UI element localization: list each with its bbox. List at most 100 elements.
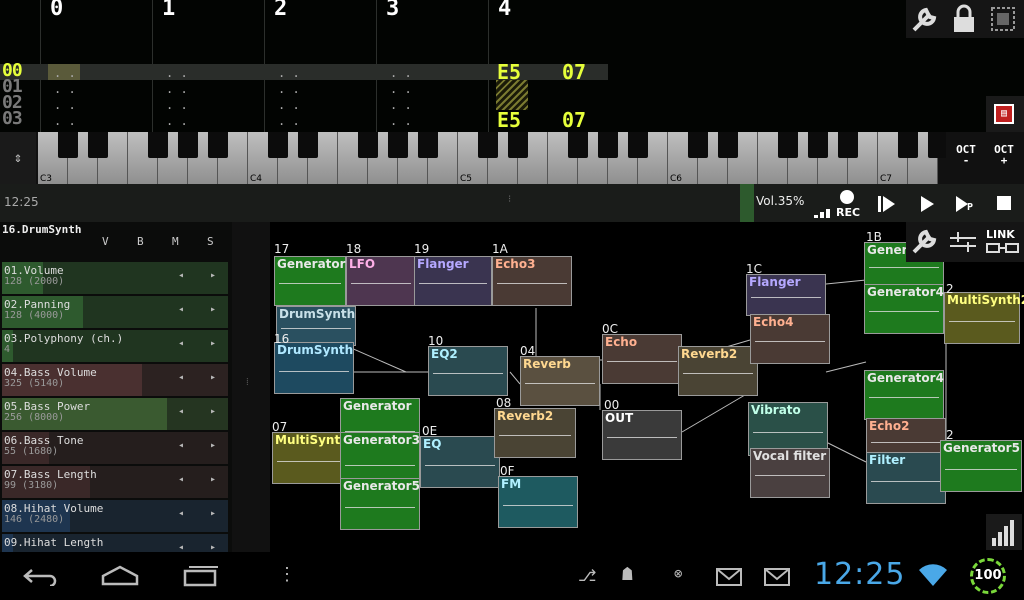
increase-arrow-icon[interactable]: ▸ [210,440,216,451]
module-box[interactable]: LFO [346,256,416,306]
module-box[interactable]: Reverb2 [494,408,576,458]
parameter-row[interactable]: 07.Bass Length 99 (3180) ◂ ▸ [2,466,228,498]
empty-cell[interactable]: . . [390,82,412,96]
increase-arrow-icon[interactable]: ▸ [210,474,216,485]
parameter-row[interactable]: 05.Bass Power 256 (8000) ◂ ▸ [2,398,228,430]
decrease-arrow-icon[interactable]: ◂ [178,474,184,485]
mute-header[interactable]: M [172,235,179,248]
empty-cell[interactable]: . . [390,66,412,80]
module-box[interactable]: Generator5 [940,440,1022,492]
channel-header-2[interactable]: 2 [274,0,287,21]
module-box[interactable]: FM [498,476,578,528]
module-box[interactable]: Reverb2 [678,346,758,396]
channel-header-1[interactable]: 1 [162,0,175,21]
visible-header[interactable]: V [102,235,109,248]
empty-cell[interactable]: . . [166,82,188,96]
bypass-header[interactable]: B [137,235,144,248]
play-from-start-icon[interactable] [876,194,896,214]
black-key[interactable] [358,132,378,158]
black-key[interactable] [568,132,588,158]
parameter-row[interactable]: 03.Polyphony (ch.) 4 ◂ ▸ [2,330,228,362]
home-icon[interactable] [100,564,140,586]
decrease-arrow-icon[interactable]: ◂ [178,406,184,417]
decrease-arrow-icon[interactable]: ◂ [178,440,184,451]
module-box[interactable]: Echo4 [750,314,830,364]
parameter-row[interactable]: 02.Panning 128 (4000) ◂ ▸ [2,296,228,328]
black-key[interactable] [898,132,918,158]
module-box[interactable]: OUT [602,410,682,460]
black-key[interactable] [778,132,798,158]
module-box[interactable]: EQ [420,436,500,488]
parameter-row[interactable]: 08.Hihat Volume 146 (2480) ◂ ▸ [2,500,228,532]
overflow-menu-icon[interactable]: ⋮ [278,564,296,585]
black-key[interactable] [178,132,198,158]
empty-cell[interactable]: . . [390,98,412,112]
piano-keyboard[interactable]: ⇕ C3 C4 C5 C6 C7 OCT - OCT + [0,132,1024,184]
module-box[interactable]: Generator4 [864,370,944,420]
empty-cell[interactable]: . . [166,66,188,80]
module-box[interactable]: EQ2 [428,346,508,396]
module-box[interactable]: Flanger [746,274,826,316]
module-box[interactable]: Generator5 [340,478,420,530]
timeline-handle-icon[interactable]: ⁝ [508,194,511,205]
wrench-icon[interactable] [910,4,942,34]
pattern-tracker[interactable]: 0 1 2 3 4 00 01 02 03 . . . . . . . . . … [0,0,1024,132]
module-box[interactable]: Reverb [520,356,600,406]
module-box[interactable]: Echo [602,334,682,384]
empty-cell[interactable]: . . [278,66,300,80]
black-key[interactable] [88,132,108,158]
black-key[interactable] [418,132,438,158]
black-key[interactable] [688,132,708,158]
keyboard-scroll-icon[interactable]: ⇕ [0,132,36,184]
module-box[interactable]: Generator4 [864,284,944,334]
decrease-arrow-icon[interactable]: ◂ [178,508,184,519]
play-pattern-button[interactable]: P [954,192,978,216]
parameter-row[interactable]: 06.Bass Tone 55 (1680) ◂ ▸ [2,432,228,464]
note-velocity[interactable]: 07 [562,110,586,130]
module-box[interactable]: Echo3 [492,256,572,306]
black-key[interactable] [58,132,78,158]
channel-header-0[interactable]: 0 [50,0,63,21]
module-mixer-icon[interactable] [948,228,978,256]
empty-cell[interactable]: . . [278,98,300,112]
black-key[interactable] [808,132,828,158]
empty-cell[interactable]: . . [54,82,76,96]
solo-header[interactable]: S [207,235,214,248]
record-button[interactable]: REC [836,188,860,220]
decrease-arrow-icon[interactable]: ◂ [178,372,184,383]
channel-header-3[interactable]: 3 [386,0,399,21]
status-clock[interactable]: 12:25 [814,557,905,592]
channel-header-4[interactable]: 4 [498,0,511,21]
increase-arrow-icon[interactable]: ▸ [210,338,216,349]
octave-down-button[interactable]: OCT - [948,144,984,166]
increase-arrow-icon[interactable]: ▸ [210,406,216,417]
empty-cell[interactable]: . . [54,114,76,128]
empty-cell[interactable]: . . [166,98,188,112]
keys-container[interactable] [38,132,948,184]
parameter-row[interactable]: 01.Volume 128 (2000) ◂ ▸ [2,262,228,294]
module-box[interactable]: DrumSynth [274,342,354,394]
increase-arrow-icon[interactable]: ▸ [210,508,216,519]
module-box[interactable]: MultiSynth2 [944,292,1024,344]
empty-cell[interactable]: . . [54,66,76,80]
black-key[interactable] [478,132,498,158]
black-key[interactable] [508,132,528,158]
select-icon[interactable] [990,6,1016,32]
black-key[interactable] [268,132,288,158]
decrease-arrow-icon[interactable]: ◂ [178,304,184,315]
empty-cell[interactable]: . . [278,114,300,128]
play-icon[interactable] [918,194,936,214]
octave-up-button[interactable]: OCT + [986,144,1022,166]
black-key[interactable] [208,132,228,158]
empty-cell[interactable]: . . [166,114,188,128]
black-key[interactable] [388,132,408,158]
module-box[interactable]: Vocal filter [750,448,830,498]
stop-icon[interactable] [997,196,1011,210]
note-cell[interactable]: E5 [497,110,521,130]
module-box[interactable]: Generator2 [274,256,354,306]
note-cell[interactable]: E5 [497,62,521,82]
black-key[interactable] [718,132,738,158]
module-graph[interactable]: Generator2 17 LFO 18 Flanger 19 Echo3 1A DrumSyn… [270,222,1024,552]
graph-wrench-icon[interactable] [910,226,942,256]
back-icon[interactable] [22,566,58,586]
